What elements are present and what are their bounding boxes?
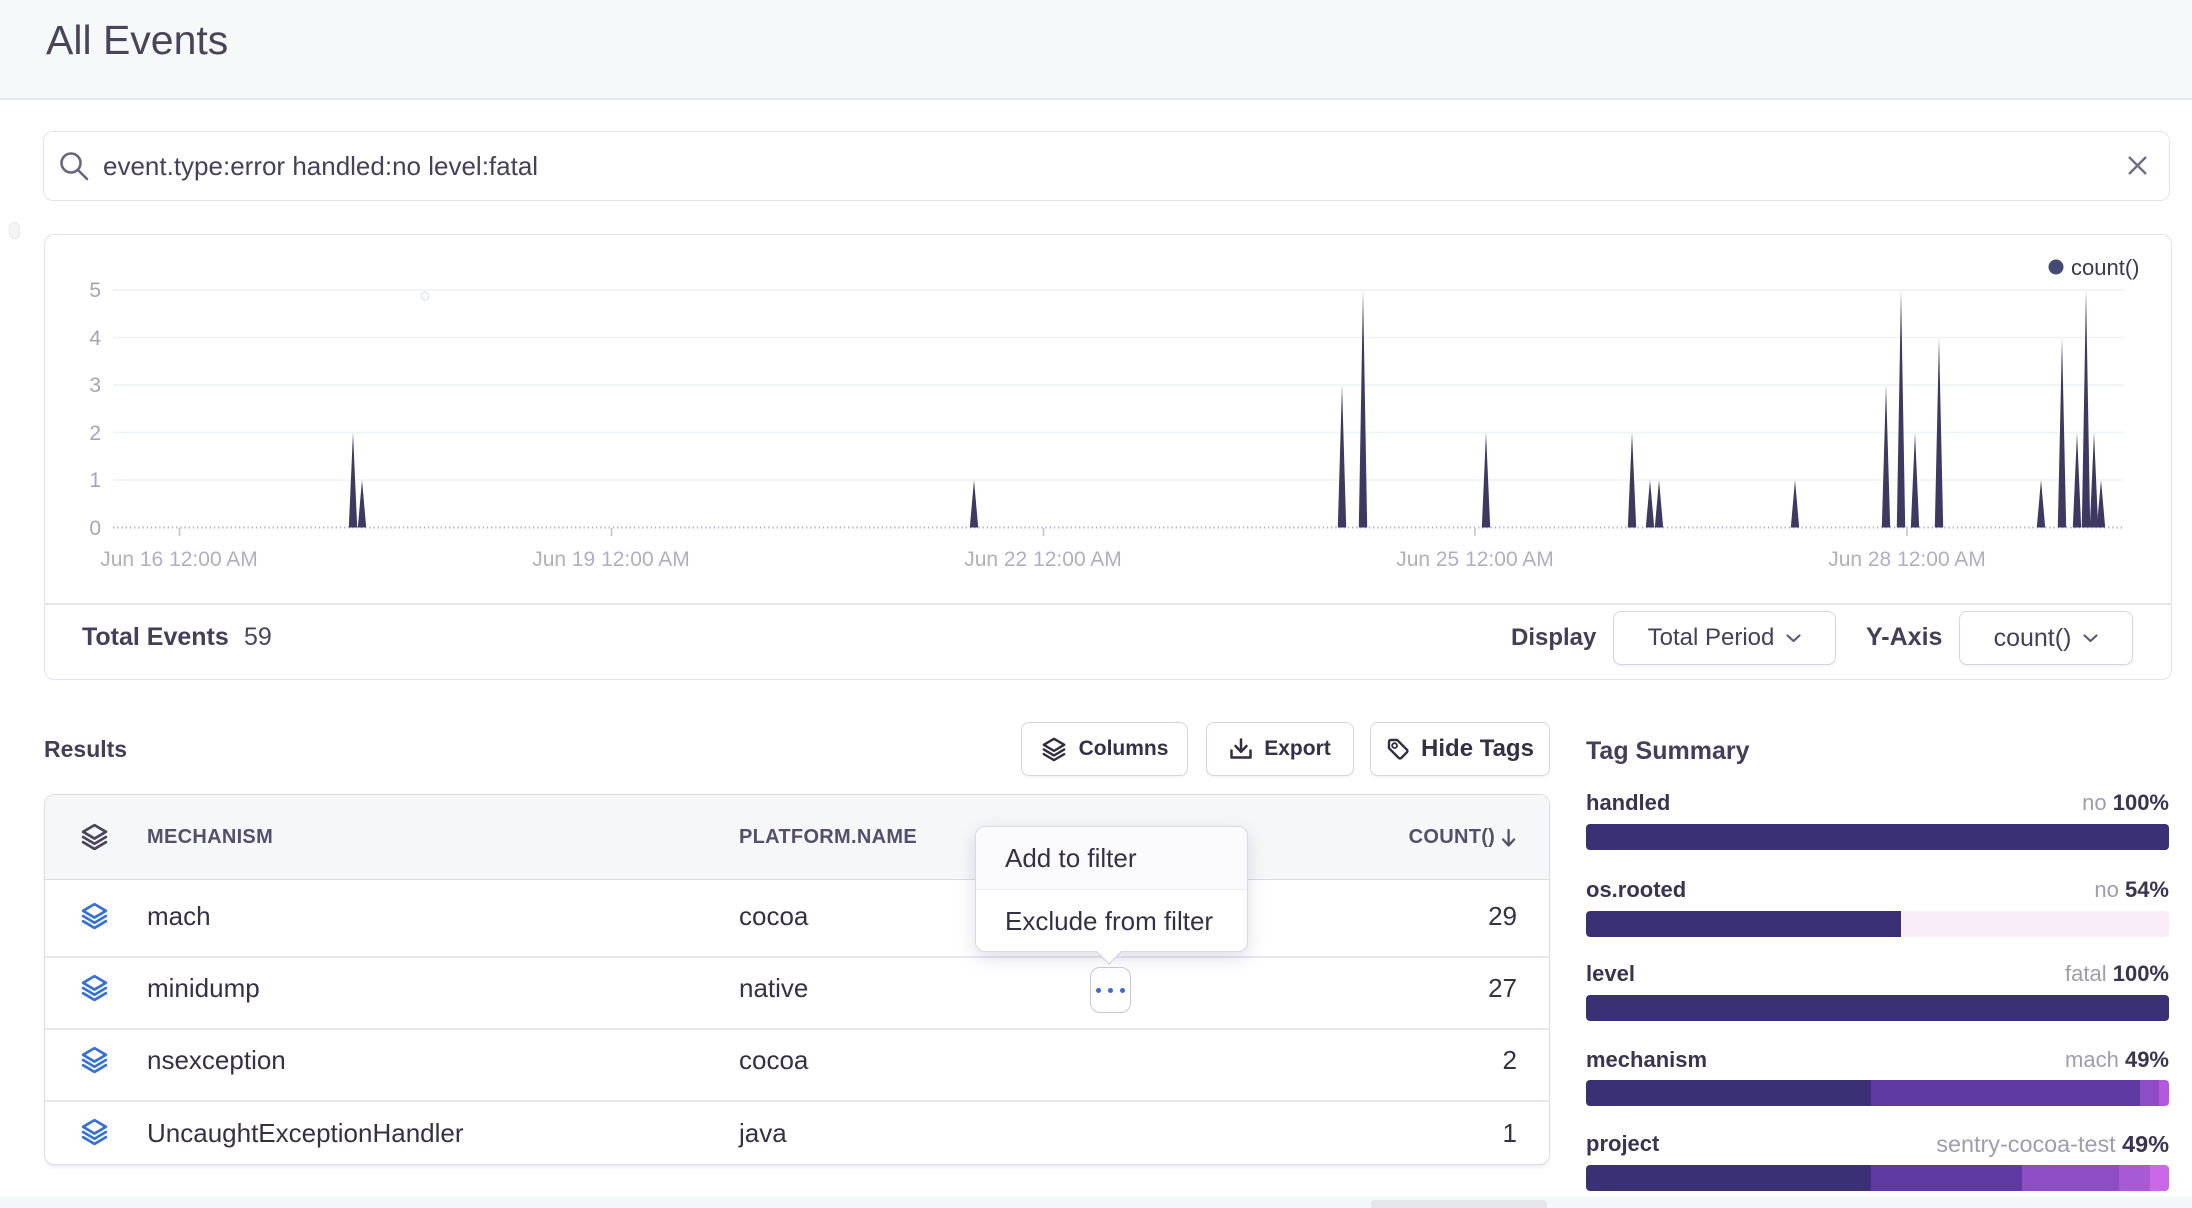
svg-text:2: 2 (89, 422, 101, 445)
svg-text:4: 4 (89, 327, 101, 350)
svg-text:3: 3 (89, 374, 101, 397)
svg-text:Jun 19 12:00 AM: Jun 19 12:00 AM (532, 548, 690, 571)
svg-text:Jun 25 12:00 AM: Jun 25 12:00 AM (1396, 548, 1554, 571)
svg-text:Jun 22 12:00 AM: Jun 22 12:00 AM (964, 548, 1122, 571)
svg-text:0: 0 (89, 517, 101, 540)
svg-text:5: 5 (89, 279, 101, 302)
svg-text:count(): count() (2071, 255, 2139, 280)
svg-text:1: 1 (89, 469, 101, 492)
svg-text:Jun 28 12:00 AM: Jun 28 12:00 AM (1828, 548, 1986, 571)
svg-text:Jun 16 12:00 AM: Jun 16 12:00 AM (100, 548, 258, 571)
